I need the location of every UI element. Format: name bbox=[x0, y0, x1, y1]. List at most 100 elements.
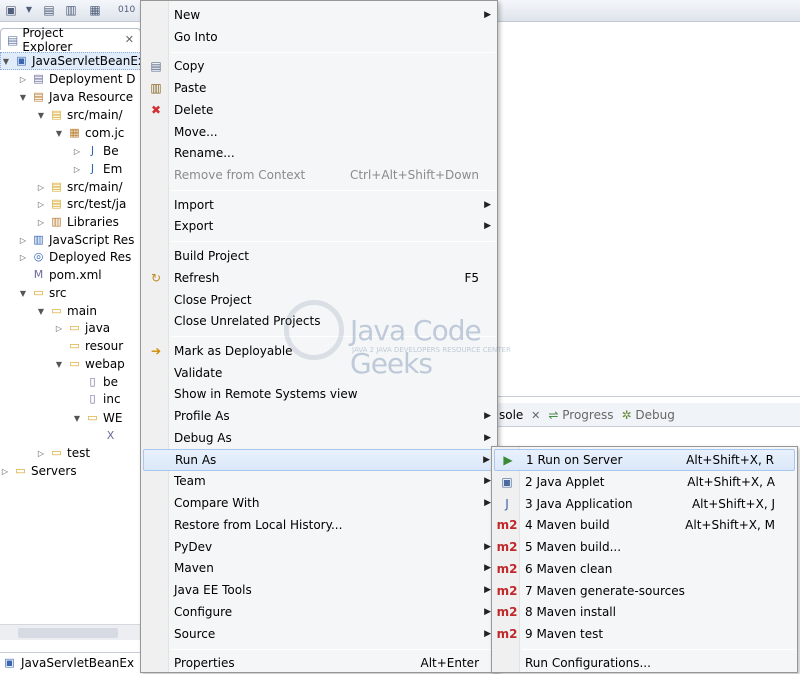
tree-item[interactable]: Mpom.xml bbox=[18, 266, 102, 284]
menu-item[interactable]: Move... bbox=[143, 121, 495, 143]
tree-item[interactable]: ▼ ▭ webap bbox=[54, 355, 125, 373]
menu-item[interactable]: Close Project bbox=[143, 289, 495, 311]
chevron-down-icon[interactable]: ▼ bbox=[54, 360, 64, 369]
tree-item[interactable]: ▷ ▤ src/test/ja bbox=[36, 195, 126, 213]
run-as-menu-item[interactable]: ▣ 2 Java Applet Alt+Shift+X, A bbox=[494, 471, 795, 493]
menu-item[interactable]: ✖ Delete bbox=[143, 99, 495, 121]
menu-item[interactable]: Rename... bbox=[143, 142, 495, 164]
menu-item[interactable]: Run As ▶ bbox=[143, 449, 495, 471]
menu-item[interactable]: PyDev ▶ bbox=[143, 536, 495, 558]
horizontal-scrollbar[interactable] bbox=[0, 624, 142, 640]
save-icon[interactable]: ▤ bbox=[42, 3, 56, 17]
chevron-right-icon[interactable]: ▷ bbox=[36, 449, 46, 458]
new-icon[interactable]: ▣ bbox=[4, 3, 18, 17]
tree-item[interactable]: ▷ J Be bbox=[72, 142, 119, 160]
run-as-menu-item[interactable]: m2 5 Maven build... bbox=[494, 536, 795, 558]
chevron-down-icon[interactable]: ▼ bbox=[36, 111, 46, 120]
chevron-right-icon[interactable]: ▷ bbox=[18, 253, 28, 262]
tab-debug[interactable]: ✲ Debug bbox=[621, 408, 674, 422]
tree-item[interactable]: ▯ be bbox=[72, 373, 118, 391]
menu-item[interactable]: Debug As ▶ bbox=[143, 427, 495, 449]
chevron-down-icon[interactable]: ▼ bbox=[36, 307, 46, 316]
tree-item[interactable]: ▷ ▥ Libraries bbox=[36, 213, 119, 231]
menu-item[interactable]: Go Into bbox=[143, 26, 495, 48]
run-as-menu-item[interactable]: m2 6 Maven clean bbox=[494, 558, 795, 580]
menu-item[interactable]: Restore from Local History... bbox=[143, 514, 495, 536]
run-as-menu-item[interactable]: m2 7 Maven generate-sources bbox=[494, 580, 795, 602]
tree-item[interactable]: ▷ ◎ Deployed Res bbox=[18, 248, 131, 266]
run-as-menu-item[interactable]: Run Configurations... bbox=[494, 652, 795, 674]
tree-item[interactable]: ▷ ▭ java bbox=[54, 319, 110, 337]
menu-item[interactable]: Close Unrelated Projects bbox=[143, 310, 495, 332]
java-resources-icon: ▤ bbox=[33, 90, 44, 103]
menu-item[interactable]: ↻ Refresh F5 bbox=[143, 267, 495, 289]
tree-item[interactable]: ▼ ▭ src bbox=[18, 284, 67, 302]
chevron-right-icon[interactable]: ▷ bbox=[18, 236, 28, 245]
run-as-menu-item[interactable]: ▶ 1 Run on Server Alt+Shift+X, R bbox=[494, 449, 795, 471]
chevron-down-icon[interactable]: ▼ bbox=[1, 57, 11, 66]
run-as-menu-item[interactable]: m2 4 Maven build Alt+Shift+X, M bbox=[494, 514, 795, 536]
menu-item[interactable]: Configure ▶ bbox=[143, 601, 495, 623]
menu-item[interactable]: Export ▶ bbox=[143, 215, 495, 237]
tree-item[interactable]: X bbox=[90, 427, 121, 445]
menu-item[interactable]: Import ▶ bbox=[143, 194, 495, 216]
tab-project-explorer[interactable]: ▤ Project Explorer ✕ bbox=[0, 26, 141, 54]
java-application-icon: J bbox=[505, 497, 509, 511]
tree-item[interactable]: ▼ ▤ Java Resource bbox=[18, 88, 133, 106]
menu-item[interactable]: Show in Remote Systems view bbox=[143, 383, 495, 405]
menu-item[interactable]: ▤ Copy bbox=[143, 55, 495, 77]
tree-item[interactable]: ▷ ▤ src/main/ bbox=[36, 178, 123, 196]
menu-item[interactable]: Properties Alt+Enter bbox=[143, 652, 495, 674]
menu-item-label: 2 Java Applet bbox=[525, 475, 605, 489]
tree-item[interactable]: ▼ ▤ src/main/ bbox=[36, 106, 123, 124]
chevron-right-icon[interactable]: ▷ bbox=[72, 165, 82, 174]
tree-item[interactable]: ▯ inc bbox=[72, 390, 120, 408]
tree-item[interactable]: ▷ ▭ Servers bbox=[0, 462, 77, 480]
tree-item[interactable]: ▼ ▭ main bbox=[36, 302, 97, 320]
run-as-menu-item[interactable]: J 3 Java Application Alt+Shift+X, J bbox=[494, 493, 795, 515]
tree-item[interactable]: ▷ J Em bbox=[72, 160, 122, 178]
folder-icon: ▭ bbox=[51, 304, 62, 317]
menu-item[interactable]: Source ▶ bbox=[143, 623, 495, 645]
chevron-right-icon[interactable]: ▷ bbox=[36, 200, 46, 209]
chevron-right-icon[interactable]: ▷ bbox=[18, 75, 28, 84]
menu-item-shortcut: Alt+Shift+X, R bbox=[686, 453, 774, 467]
run-as-menu-item[interactable]: m2 8 Maven install bbox=[494, 601, 795, 623]
binary-icon[interactable]: 010 bbox=[118, 3, 135, 17]
menu-item[interactable]: Validate bbox=[143, 362, 495, 384]
menu-item[interactable]: Profile As ▶ bbox=[143, 405, 495, 427]
print-icon[interactable]: ▦ bbox=[88, 3, 102, 17]
chevron-down-icon[interactable]: ▼ bbox=[54, 129, 64, 138]
menu-item[interactable]: New ▶ bbox=[143, 4, 495, 26]
tree-item[interactable]: ▼ ▣ JavaServletBeanEx bbox=[0, 52, 147, 70]
menu-item[interactable]: Maven ▶ bbox=[143, 557, 495, 579]
save-all-icon[interactable]: ▥ bbox=[64, 3, 78, 17]
chevron-right-icon[interactable]: ▷ bbox=[36, 218, 46, 227]
menu-item[interactable]: Build Project bbox=[143, 245, 495, 267]
menu-item[interactable]: ➔ Mark as Deployable bbox=[143, 340, 495, 362]
chevron-right-icon[interactable]: ▷ bbox=[72, 147, 82, 156]
tree-item[interactable]: ▷ ▤ Deployment D bbox=[18, 70, 136, 88]
chevron-right-icon[interactable]: ▷ bbox=[54, 324, 64, 333]
tree-item[interactable]: ▼ ▦ com.jc bbox=[54, 124, 124, 142]
tree-item[interactable]: ▼ ▭ WE bbox=[72, 409, 123, 427]
chevron-down-icon[interactable]: ▼ bbox=[22, 3, 36, 17]
menu-item[interactable]: Java EE Tools ▶ bbox=[143, 579, 495, 601]
menu-item[interactable]: Compare With ▶ bbox=[143, 492, 495, 514]
chevron-down-icon[interactable]: ▼ bbox=[72, 414, 82, 423]
chevron-down-icon[interactable]: ▼ bbox=[18, 93, 28, 102]
scrollbar-thumb[interactable] bbox=[18, 628, 118, 638]
close-icon[interactable]: ✕ bbox=[125, 33, 134, 46]
chevron-down-icon[interactable]: ▼ bbox=[18, 289, 28, 298]
tree-item[interactable]: ▷ ▥ JavaScript Res bbox=[18, 231, 134, 249]
chevron-right-icon[interactable]: ▷ bbox=[36, 183, 46, 192]
tree-item[interactable]: ▷ ▭ test bbox=[36, 444, 90, 462]
menu-item[interactable]: ▥ Paste bbox=[143, 77, 495, 99]
menu-item[interactable]: Team ▶ bbox=[143, 470, 495, 492]
chevron-right-icon[interactable]: ▷ bbox=[0, 467, 10, 476]
close-icon[interactable]: ✕ bbox=[531, 409, 540, 422]
tab-progress[interactable]: ⇌ Progress bbox=[548, 408, 613, 422]
tree-item[interactable]: ▭ resour bbox=[54, 337, 123, 355]
run-as-menu-item[interactable]: m2 9 Maven test bbox=[494, 623, 795, 645]
tab-console[interactable]: sole ✕ bbox=[499, 408, 540, 422]
